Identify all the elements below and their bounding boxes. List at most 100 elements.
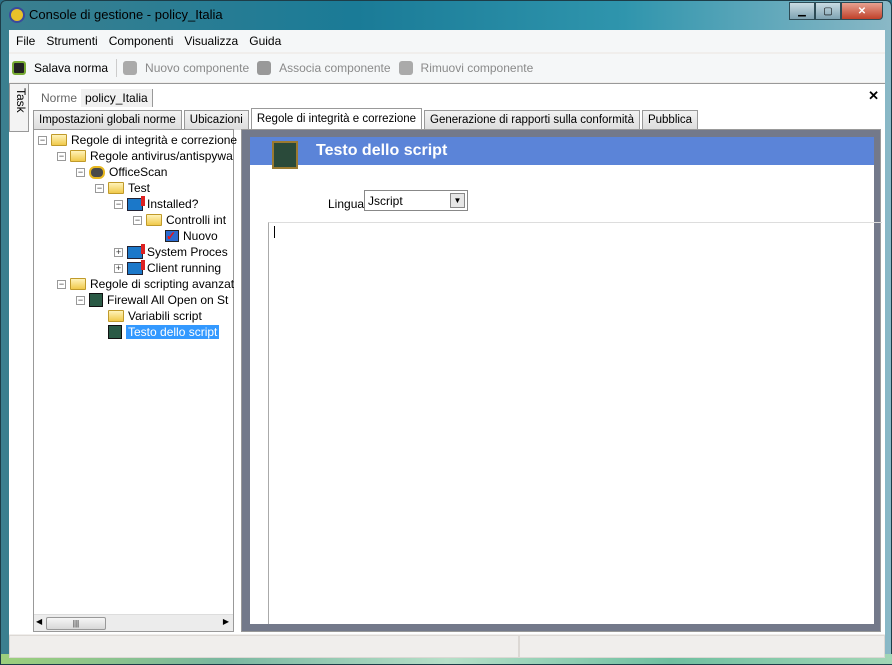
status-pane-1 [9,635,519,658]
app-icon [9,7,25,23]
collapse-icon[interactable]: − [76,167,85,177]
tree-item-label: Client running [147,261,222,275]
tab-global-settings[interactable]: Impostazioni globali norme [33,110,182,130]
associate-component-button[interactable]: Associa componente [257,61,391,75]
script-icon [272,141,298,169]
tree-item-label: Variabili script [128,309,202,323]
collapse-icon[interactable]: − [76,295,85,305]
check-icon: ✓ [165,230,179,242]
folder-icon [146,214,162,226]
tree-item-label: OfficeScan [109,165,168,179]
tab-publish[interactable]: Pubblica [641,110,699,130]
new-label: Nuovo componente [145,61,250,75]
tree-item-label: Installed? [147,197,199,211]
window: Console di gestione - policy_Italia ▁ ▢ … [0,0,892,665]
remove-label: Rimuovi componente [420,61,534,75]
new-component-button[interactable]: Nuovo componente [123,61,249,75]
status-pane-2 [519,635,885,658]
collapse-icon[interactable]: − [57,151,66,161]
menu-strumenti[interactable]: Strumenti [42,34,104,48]
expand-icon[interactable]: + [114,263,123,273]
folder-icon [70,150,86,162]
tree-item[interactable]: − Controlli int [133,212,226,228]
collapse-icon[interactable]: − [133,215,142,225]
tab-compliance-reports[interactable]: Generazione di rapporti sulla conformità [424,110,640,130]
scroll-left-icon[interactable]: ◀ [36,617,42,626]
menu-guida[interactable]: Guida [245,34,288,48]
script-icon [108,325,122,339]
folder-icon [108,310,124,322]
tree-item-label: System Proces [147,245,228,259]
breadcrumb: Norme policy_Italia [37,88,153,107]
toolbar: Salava norma Nuovo componente Associa co… [9,54,885,82]
collapse-icon[interactable]: − [38,135,47,145]
collapse-icon[interactable]: − [57,279,66,289]
computer-icon [127,259,145,275]
tab-bar: Impostazioni globali norme Ubicazioni Re… [33,108,700,130]
collapse-icon[interactable]: − [114,199,123,209]
script-editor-area: Testo dello script Lingua Jscript ▼ [241,129,882,632]
script-text-input[interactable] [268,222,882,624]
panel-header: Testo dello script [250,137,874,169]
tree-item-label: Test [128,181,151,195]
associate-label: Associa componente [279,61,391,75]
maximize-button[interactable]: ▢ [815,2,841,20]
script-icon [89,293,103,307]
tree-item[interactable]: Testo dello script [95,324,220,340]
menu-componenti[interactable]: Componenti [105,34,181,48]
folder-icon [70,278,86,290]
chevron-down-icon[interactable]: ▼ [450,193,465,208]
tree-item-label: Regole antivirus/antispywa [90,149,233,163]
associate-component-icon [257,61,272,75]
language-select[interactable]: Jscript ▼ [364,190,468,211]
breadcrumb-root[interactable]: Norme [37,91,81,105]
tree-item[interactable]: − OfficeScan [76,164,167,180]
tree-item[interactable]: Variabili script [95,308,202,324]
save-button[interactable]: Salava norma [12,61,108,75]
computer-icon [127,243,145,259]
status-bar [9,635,885,658]
window-title: Console di gestione - policy_Italia [29,7,223,22]
language-value: Jscript [368,194,403,208]
new-component-icon [123,61,138,75]
tree-item-label: Nuovo [183,229,218,243]
menu-visualizza[interactable]: Visualizza [180,34,245,48]
save-label: Salava norma [34,61,109,75]
save-icon [12,61,26,75]
collapse-icon[interactable]: − [95,183,104,193]
remove-component-icon [398,61,413,75]
horizontal-scrollbar[interactable]: ◀ ||| ▶ [34,614,233,631]
tree-item[interactable]: ✓ Nuovo [152,228,218,244]
tree-item[interactable]: − Installed? [114,195,199,212]
tree-item[interactable]: − Regole antivirus/antispywa [57,148,233,164]
tree-item-label: Testo dello script [126,325,220,339]
rules-tree: − Regole di integrità e correzione − Regole… [33,129,237,632]
tree-item[interactable]: + Client running [114,259,222,276]
officescan-icon [89,165,105,179]
remove-component-button[interactable]: Rimuovi componente [398,61,534,75]
panel-title: Testo dello script [316,142,448,159]
tree-item[interactable]: − Test [95,180,150,196]
expand-icon[interactable]: + [114,247,123,257]
folder-icon [108,182,124,194]
tree-item[interactable]: − Regole di integrità e correzione [38,132,237,148]
tab-integrity-rules[interactable]: Regole di integrità e correzione [250,108,423,130]
close-button[interactable]: ✕ [841,2,883,20]
tree-item[interactable]: + System Proces [114,243,228,260]
tree-item-label: Regole di integrità e correzione [71,133,238,147]
language-label: Lingua [328,197,365,211]
minimize-button[interactable]: ▁ [789,2,815,20]
close-document-icon[interactable]: ✕ [868,88,879,104]
computer-icon [127,195,145,211]
tab-locations[interactable]: Ubicazioni [183,110,249,130]
tree-item[interactable]: − Regole di scripting avanzat [57,276,234,292]
task-pane-tab[interactable]: Task [9,84,29,132]
breadcrumb-current[interactable]: policy_Italia [81,88,153,107]
tree-item[interactable]: − Firewall All Open on St [76,292,228,308]
folder-icon [51,134,67,146]
menu-bar: File Strumenti Componenti Visualizza Gui… [9,30,885,52]
menu-file[interactable]: File [12,34,42,48]
scroll-right-icon[interactable]: ▶ [223,617,229,626]
scrollbar-thumb[interactable]: ||| [46,617,106,630]
tree-item-label: Firewall All Open on St [107,293,229,307]
